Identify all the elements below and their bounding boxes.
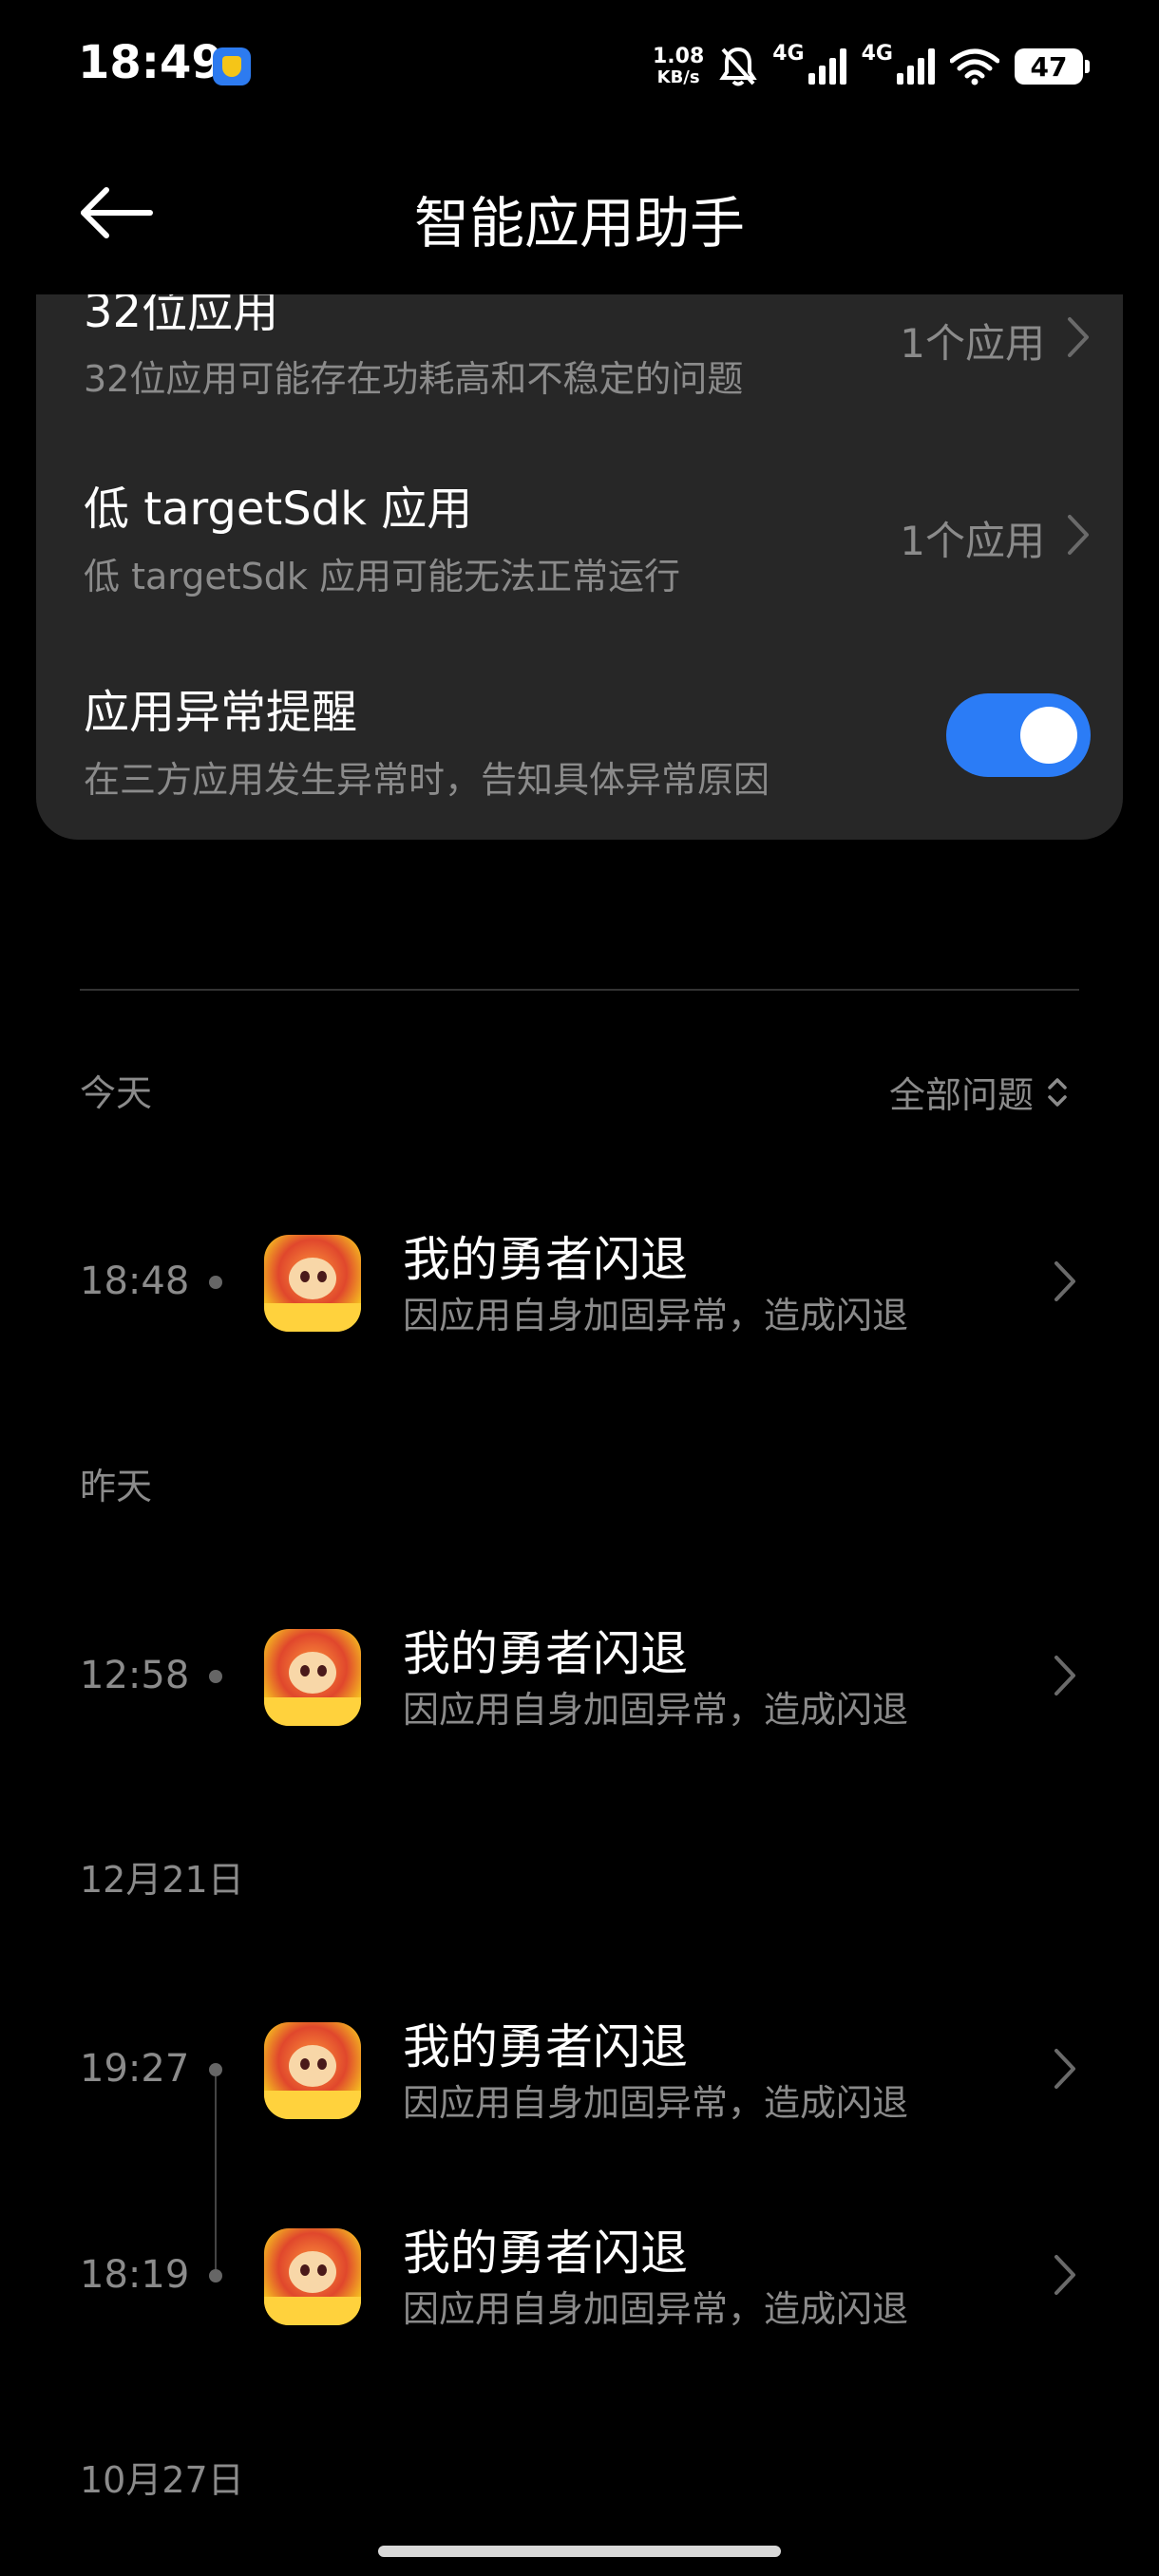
setting-low-targetsdk-apps[interactable]: 低 targetSdk 应用 低 targetSdk 应用可能无法正常运行 1个…	[84, 471, 1091, 599]
crash-event-row[interactable]: 12:58 我的勇者闪退 因应用自身加固异常，造成闪退	[0, 1614, 1159, 1737]
settings-card: 32位应用 32位应用可能存在功耗高和不稳定的问题 1个应用 低 targetS…	[36, 294, 1123, 840]
network-type-2: 4G	[861, 41, 893, 66]
bell-muted-icon	[719, 47, 757, 86]
battery-level: 47	[1030, 50, 1068, 83]
app-icon	[264, 2228, 361, 2325]
issue-filter-dropdown[interactable]: 全部问题	[889, 1066, 1068, 1118]
event-time: 18:19	[80, 2253, 190, 2297]
chevron-right-icon	[1068, 515, 1089, 555]
filter-label: 全部问题	[888, 1074, 1034, 1116]
setting-title: 应用异常提醒	[84, 686, 358, 739]
crash-event-row[interactable]: 18:48 我的勇者闪退 因应用自身加固异常，造成闪退	[0, 1220, 1159, 1343]
event-reason: 因应用自身加固异常，造成闪退	[403, 1689, 909, 1731]
status-time: 18:49	[78, 36, 223, 89]
network-speed-value: 1.08	[652, 45, 705, 68]
network-speed-unit: KB/s	[656, 67, 700, 87]
page-title: 智能应用助手	[413, 191, 745, 256]
setting-subtitle: 在三方应用发生异常时，告知具体异常原因	[84, 759, 770, 801]
signal-icon	[808, 48, 846, 85]
network-type-1: 4G	[772, 41, 805, 66]
status-indicators: 1.08 KB/s 4G 4G 47	[653, 38, 1090, 95]
sort-updown-icon	[1048, 1077, 1067, 1107]
event-reason: 因应用自身加固异常，造成闪退	[403, 2082, 909, 2124]
exception-alert-toggle[interactable]	[946, 693, 1091, 777]
section-label-yesterday: 昨天	[80, 1466, 153, 1507]
setting-32bit-apps[interactable]: 32位应用 32位应用可能存在功耗高和不稳定的问题 1个应用	[84, 294, 1091, 402]
event-time: 19:27	[80, 2047, 190, 2091]
event-reason: 因应用自身加固异常，造成闪退	[403, 1295, 909, 1336]
chevron-right-icon	[1054, 1261, 1075, 1301]
section-label-dec21: 12月21日	[80, 1859, 244, 1901]
setting-value: 1个应用	[900, 518, 1045, 564]
battery-icon: 47	[1015, 48, 1090, 85]
event-title: 我的勇者闪退	[403, 1232, 688, 1287]
chevron-right-icon	[1068, 317, 1089, 357]
app-notification-icon	[213, 47, 251, 85]
setting-app-exception-alert[interactable]: 应用异常提醒 在三方应用发生异常时，告知具体异常原因	[84, 674, 1091, 803]
chevron-right-icon	[1054, 2255, 1075, 2295]
event-title: 我的勇者闪退	[403, 2226, 688, 2281]
wifi-icon	[950, 48, 999, 85]
crash-event-row[interactable]: 19:27 我的勇者闪退 因应用自身加固异常，造成闪退	[0, 2007, 1159, 2131]
divider	[80, 989, 1079, 991]
section-label-oct27: 10月27日	[80, 2459, 244, 2501]
event-title: 我的勇者闪退	[403, 2019, 688, 2074]
chevron-right-icon	[1054, 2049, 1075, 2089]
event-time: 18:48	[80, 1260, 190, 1303]
event-time: 12:58	[80, 1654, 190, 1697]
event-reason: 因应用自身加固异常，造成闪退	[403, 2288, 909, 2330]
app-icon	[264, 1235, 361, 1332]
event-title: 我的勇者闪退	[403, 1626, 688, 1681]
timeline-dot	[209, 1670, 222, 1683]
app-icon	[264, 2022, 361, 2119]
timeline-dot	[209, 2269, 222, 2282]
status-bar: 18:49 1.08 KB/s 4G 4G 47	[0, 0, 1159, 133]
timeline-dot	[209, 2063, 222, 2076]
chevron-right-icon	[1054, 1656, 1075, 1695]
toggle-knob	[1020, 707, 1077, 764]
app-icon	[264, 1629, 361, 1726]
app-header: 智能应用助手	[0, 152, 1159, 275]
signal-icon	[897, 48, 935, 85]
home-indicator[interactable]	[378, 2546, 781, 2557]
timeline-dot	[209, 1276, 222, 1289]
setting-value: 1个应用	[900, 320, 1045, 367]
network-speed: 1.08 KB/s	[653, 46, 704, 87]
crash-event-row[interactable]: 18:19 我的勇者闪退 因应用自身加固异常，造成闪退	[0, 2213, 1159, 2337]
section-label-today: 今天	[80, 1072, 153, 1114]
